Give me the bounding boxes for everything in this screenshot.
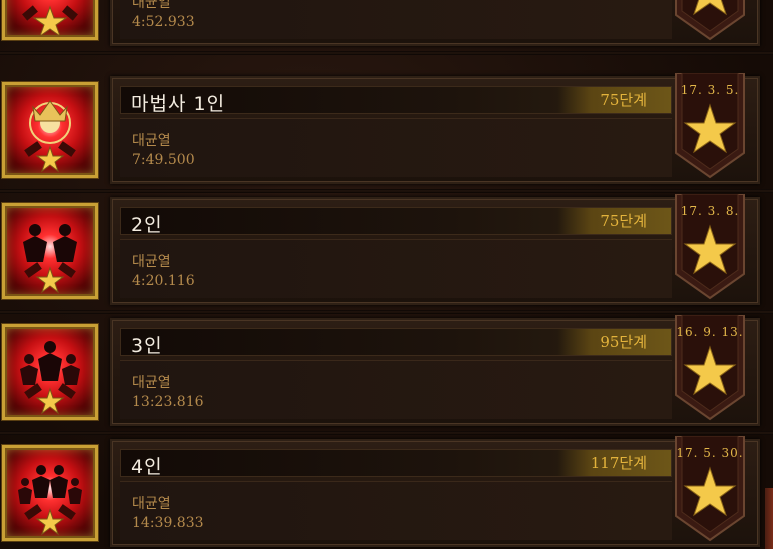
leaderboard-row[interactable]: 마법사 1인 75단계 대균열 7:49.500 17. 3. 5.	[0, 73, 773, 193]
tier-badge: 95단계	[557, 329, 671, 355]
record-date: 17. 3. 5.	[680, 83, 740, 97]
season-banner: 17. 3. 5.	[672, 73, 748, 181]
rift-type-label: 대균열	[132, 375, 171, 391]
record-date: 17. 5. 30.	[676, 446, 744, 460]
leaderboard-row[interactable]: 4인 117단계 대균열 14:39.833 17. 5. 30.	[0, 436, 773, 548]
record-title: 2인	[131, 214, 163, 236]
record-panel: 대균열 4:52.933	[110, 0, 760, 46]
leaderboard-row[interactable]: 대균열 4:52.933	[0, 0, 773, 55]
season-banner: 17. 3. 8.	[672, 194, 748, 302]
three-heroes-icon	[1, 323, 99, 421]
leaderboard-list: 대균열 4:52.933 마법사 1인 75단계 대균열 7:49.500 17…	[0, 0, 773, 549]
clear-time: 13:23.816	[132, 394, 204, 410]
record-date: 17. 3. 8.	[680, 204, 740, 218]
tier-badge: 75단계	[557, 87, 671, 113]
season-banner: 17. 5. 30.	[672, 436, 748, 544]
clear-time: 4:20.116	[132, 273, 195, 289]
record-title: 4인	[131, 456, 163, 478]
record-details: 대균열 13:23.816	[120, 360, 672, 419]
record-details: 대균열 4:20.116	[120, 239, 672, 298]
leaderboard-row[interactable]: 3인 95단계 대균열 13:23.816 16. 9. 13.	[0, 315, 773, 435]
record-date: 16. 9. 13.	[676, 325, 744, 339]
crown-skull-icon	[1, 81, 99, 179]
two-heroes-icon	[1, 202, 99, 300]
rift-type-label: 대균열	[132, 0, 171, 11]
record-panel: 3인 95단계 대균열 13:23.816	[110, 318, 760, 426]
scroll-edge	[765, 488, 773, 549]
clear-time: 14:39.833	[132, 515, 204, 531]
record-title: 마법사 1인	[131, 93, 226, 115]
rift-type-label: 대균열	[132, 133, 171, 149]
tier-badge: 75단계	[557, 208, 671, 234]
record-title-bar: 3인 95단계	[120, 328, 672, 357]
clear-time: 7:49.500	[132, 152, 195, 168]
record-details: 대균열 14:39.833	[120, 481, 672, 540]
record-title-bar: 2인 75단계	[120, 207, 672, 236]
season-banner: 16. 9. 13.	[672, 315, 748, 423]
record-panel: 2인 75단계 대균열 4:20.116	[110, 197, 760, 305]
record-panel: 마법사 1인 75단계 대균열 7:49.500	[110, 76, 760, 184]
rift-type-label: 대균열	[132, 496, 171, 512]
season-banner	[672, 0, 748, 43]
record-panel: 4인 117단계 대균열 14:39.833	[110, 439, 760, 547]
record-title-bar: 4인 117단계	[120, 449, 672, 478]
record-details: 대균열 7:49.500	[120, 118, 672, 177]
record-details: 대균열 4:52.933	[120, 0, 672, 39]
tier-badge: 117단계	[557, 450, 671, 476]
clear-time: 4:52.933	[132, 14, 195, 30]
crown-skull-icon	[1, 0, 99, 41]
leaderboard-row[interactable]: 2인 75단계 대균열 4:20.116 17. 3. 8.	[0, 194, 773, 314]
rift-type-label: 대균열	[132, 254, 171, 270]
record-title-bar: 마법사 1인 75단계	[120, 86, 672, 115]
record-title: 3인	[131, 335, 163, 357]
four-heroes-icon	[1, 444, 99, 542]
